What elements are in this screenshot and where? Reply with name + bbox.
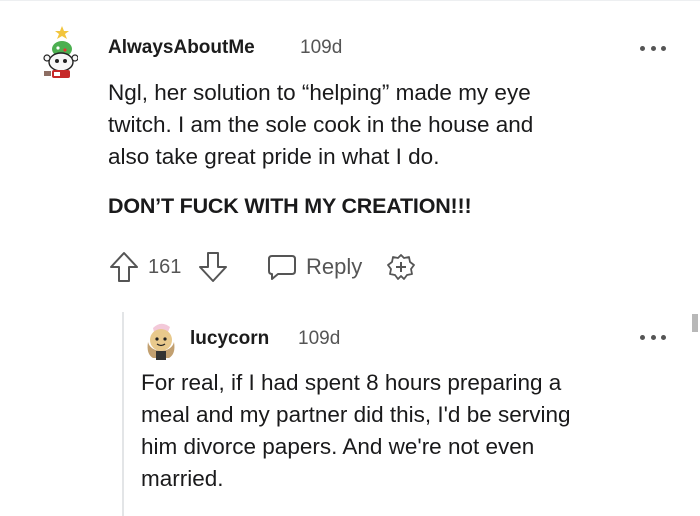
dot-icon: [650, 334, 656, 340]
dot-icon: [661, 45, 666, 51]
dot-icon: [650, 45, 656, 51]
reply-line: For real, if I had spent 8 hours prepari…: [141, 370, 562, 395]
comment-emphasis: DON’T FUCK WITH MY CREATION!!!: [108, 194, 472, 218]
thread-line[interactable]: [122, 312, 124, 516]
comment-line: Ngl, her solution to “helping” made my e…: [108, 80, 531, 105]
comment-actions: 161 Reply: [108, 248, 438, 284]
snoo-avatar[interactable]: [42, 24, 78, 80]
reply-body: For real, if I had spent 8 hours prepari…: [141, 367, 571, 495]
comment-body: Ngl, her solution to “helping” made my e…: [108, 77, 533, 173]
reply-author[interactable]: lucycorn: [190, 328, 269, 350]
scrollbar-thumb[interactable]: [692, 314, 698, 332]
arrow-up-icon[interactable]: [108, 250, 140, 284]
more-options-icon[interactable]: [640, 43, 666, 53]
reply-line: married.: [141, 466, 224, 491]
comment-timestamp[interactable]: 109d: [300, 37, 342, 59]
more-options-icon[interactable]: [640, 332, 666, 342]
vote-score: 161: [148, 256, 182, 278]
reply-line: him divorce papers. And we're not even: [141, 434, 535, 459]
dot-icon: [640, 45, 645, 51]
comment-line: twitch. I am the sole cook in the house …: [108, 112, 534, 137]
arrow-down-icon[interactable]: [197, 250, 229, 284]
reply-button[interactable]: Reply: [266, 250, 362, 284]
comment-line: also take great pride in what I do.: [108, 144, 440, 169]
reply-timestamp[interactable]: 109d: [298, 328, 340, 350]
speech-bubble-icon: [268, 255, 296, 280]
dot-icon: [640, 334, 645, 340]
comment-thread: AlwaysAboutMe 109d Ngl, her solution to …: [0, 0, 700, 516]
reply-label: Reply: [306, 254, 363, 279]
divider: [0, 0, 700, 1]
reply-line: meal and my partner did this, I'd be ser…: [141, 402, 571, 427]
dot-icon: [661, 334, 666, 340]
comment-author[interactable]: AlwaysAboutMe: [108, 37, 255, 59]
add-award-icon[interactable]: [386, 252, 416, 282]
user-avatar[interactable]: [143, 320, 179, 360]
